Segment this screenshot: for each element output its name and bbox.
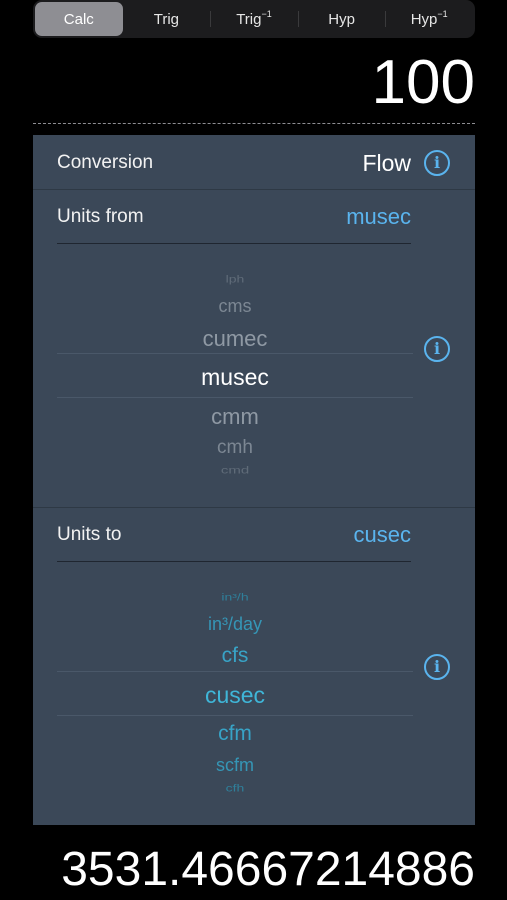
tab-hyp[interactable]: Hyp (297, 2, 386, 36)
picker-selection-bottom (57, 397, 413, 398)
units-from-picker[interactable]: lph cms cumec musec cmm cmh cmd (57, 255, 413, 480)
units-from-value: musec (346, 204, 411, 229)
tab-calc[interactable]: Calc (35, 2, 123, 36)
divider (33, 507, 475, 508)
picker-selection-bottom (57, 715, 413, 716)
picker-item[interactable]: cmd (57, 465, 413, 477)
tab-trig[interactable]: Trig (123, 2, 211, 36)
units-to-info-icon[interactable]: i (424, 654, 450, 680)
calculator-screen: Calc Trig Trig −1 Hyp Hyp −1 100 Conversio… (0, 0, 507, 900)
units-to-value: cusec (353, 522, 411, 547)
display-divider (33, 123, 475, 124)
picker-selection-top (57, 353, 413, 354)
units-to-picker[interactable]: in³/h in³/day cfs cusec cfm scfm cfh (57, 573, 413, 798)
picker-item[interactable]: lph (57, 273, 413, 284)
picker-item[interactable]: cms (57, 296, 413, 317)
picker-item-selected[interactable]: cusec (57, 682, 413, 709)
conversion-row[interactable]: Conversion Flow (57, 137, 411, 189)
tab-trig-inverse[interactable]: Trig −1 (210, 2, 298, 36)
divider (57, 561, 411, 562)
picker-item[interactable]: scfm (57, 755, 413, 776)
units-from-info-icon[interactable]: i (424, 336, 450, 362)
units-from-label: Units from (57, 206, 144, 227)
picker-item[interactable]: in³/day (57, 614, 413, 635)
mode-segmented-control: Calc Trig Trig −1 Hyp Hyp −1 (33, 0, 475, 38)
picker-item[interactable]: cmh (57, 437, 413, 459)
tab-hyp-inverse[interactable]: Hyp −1 (385, 2, 473, 36)
picker-item[interactable]: cumec (57, 326, 413, 352)
picker-item[interactable]: cmm (57, 404, 413, 430)
picker-selection-top (57, 671, 413, 672)
conversion-info-icon[interactable]: i (424, 150, 450, 176)
conversion-value: Flow (362, 149, 411, 176)
picker-item-selected[interactable]: musec (57, 364, 413, 391)
picker-item[interactable]: in³/h (57, 591, 413, 602)
divider (57, 243, 411, 244)
input-display: 100 (371, 48, 475, 117)
result-display: 3531.46667214886 (61, 843, 475, 896)
divider (33, 189, 475, 190)
units-to-row[interactable]: Units to cusec (57, 509, 411, 561)
picker-item[interactable]: cfs (57, 644, 413, 668)
units-to-label: Units to (57, 524, 122, 545)
conversion-panel: Conversion Flow i Units from musec lph c… (33, 135, 475, 825)
conversion-label: Conversion (57, 152, 154, 173)
picker-item[interactable]: cfm (57, 722, 413, 746)
picker-item[interactable]: cfh (57, 782, 413, 793)
units-from-row[interactable]: Units from musec (57, 191, 411, 243)
